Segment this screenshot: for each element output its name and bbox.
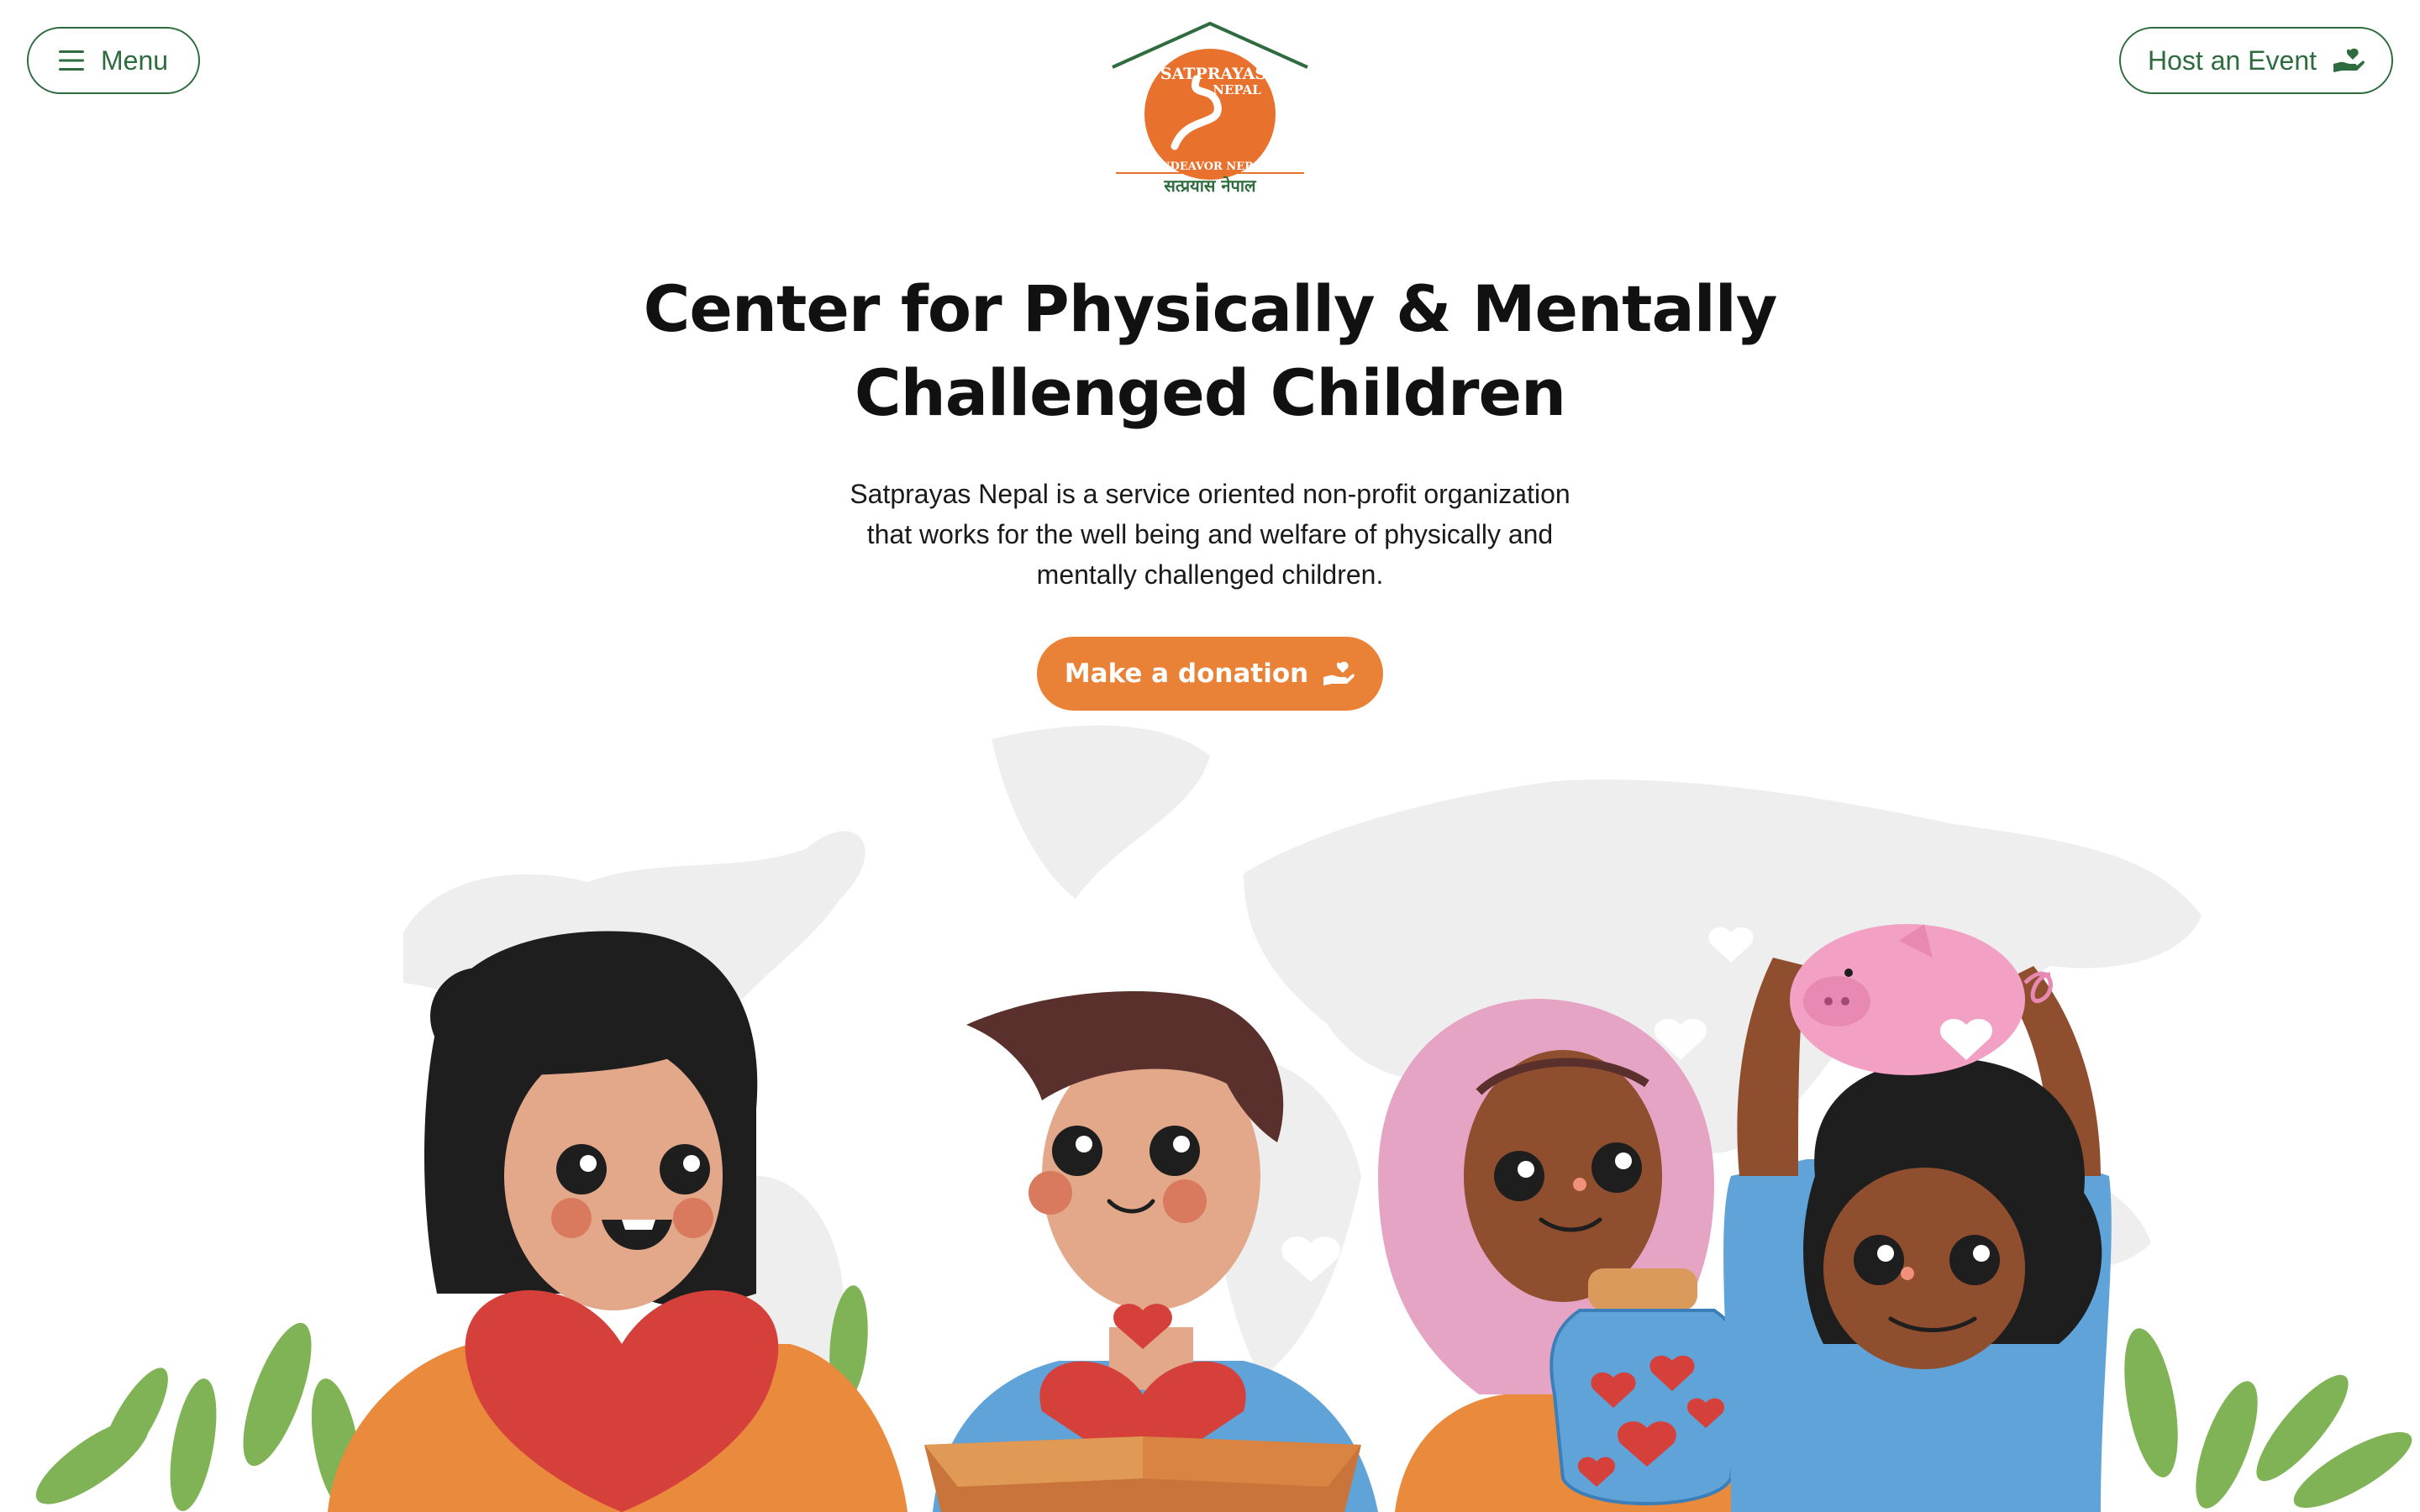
menu-button[interactable]: Menu: [27, 27, 200, 94]
landing-page: Menu SATPRAYAS NEPAL ENDEAVOR NEPAL सत्प…: [0, 0, 2420, 1512]
title-line-1: Center for Physically & Mentally: [643, 271, 1778, 346]
heart-hand-icon: [1322, 660, 1355, 687]
hero-description: Satprayas Nepal is a service oriented no…: [850, 479, 1570, 590]
hero-illustration: [0, 706, 2420, 1512]
hamburger-icon: [59, 50, 86, 71]
donate-button[interactable]: Make a donation: [1037, 637, 1383, 711]
logo-name-line2: NEPAL: [1213, 82, 1261, 97]
donate-label: Make a donation: [1064, 659, 1309, 689]
logo-name-line1: SATPRAYAS: [1160, 65, 1266, 83]
host-event-label: Host an Event: [2148, 45, 2317, 76]
logo-arc-text: ENDEAVOR NEPAL: [1152, 160, 1268, 173]
heart-hand-icon: [2332, 47, 2365, 74]
menu-label: Menu: [101, 45, 169, 76]
child-boy-piggy: [1723, 924, 2112, 1512]
host-event-button[interactable]: Host an Event: [2119, 27, 2393, 94]
logo-devanagari: सत्प्रयास नेपाल: [1163, 176, 1257, 196]
page-title: Center for Physically & Mentally Challen…: [538, 267, 1882, 435]
title-line-2: Challenged Children: [854, 355, 1566, 430]
site-logo[interactable]: SATPRAYAS NEPAL ENDEAVOR NEPAL सत्प्रयास…: [1109, 20, 1311, 197]
